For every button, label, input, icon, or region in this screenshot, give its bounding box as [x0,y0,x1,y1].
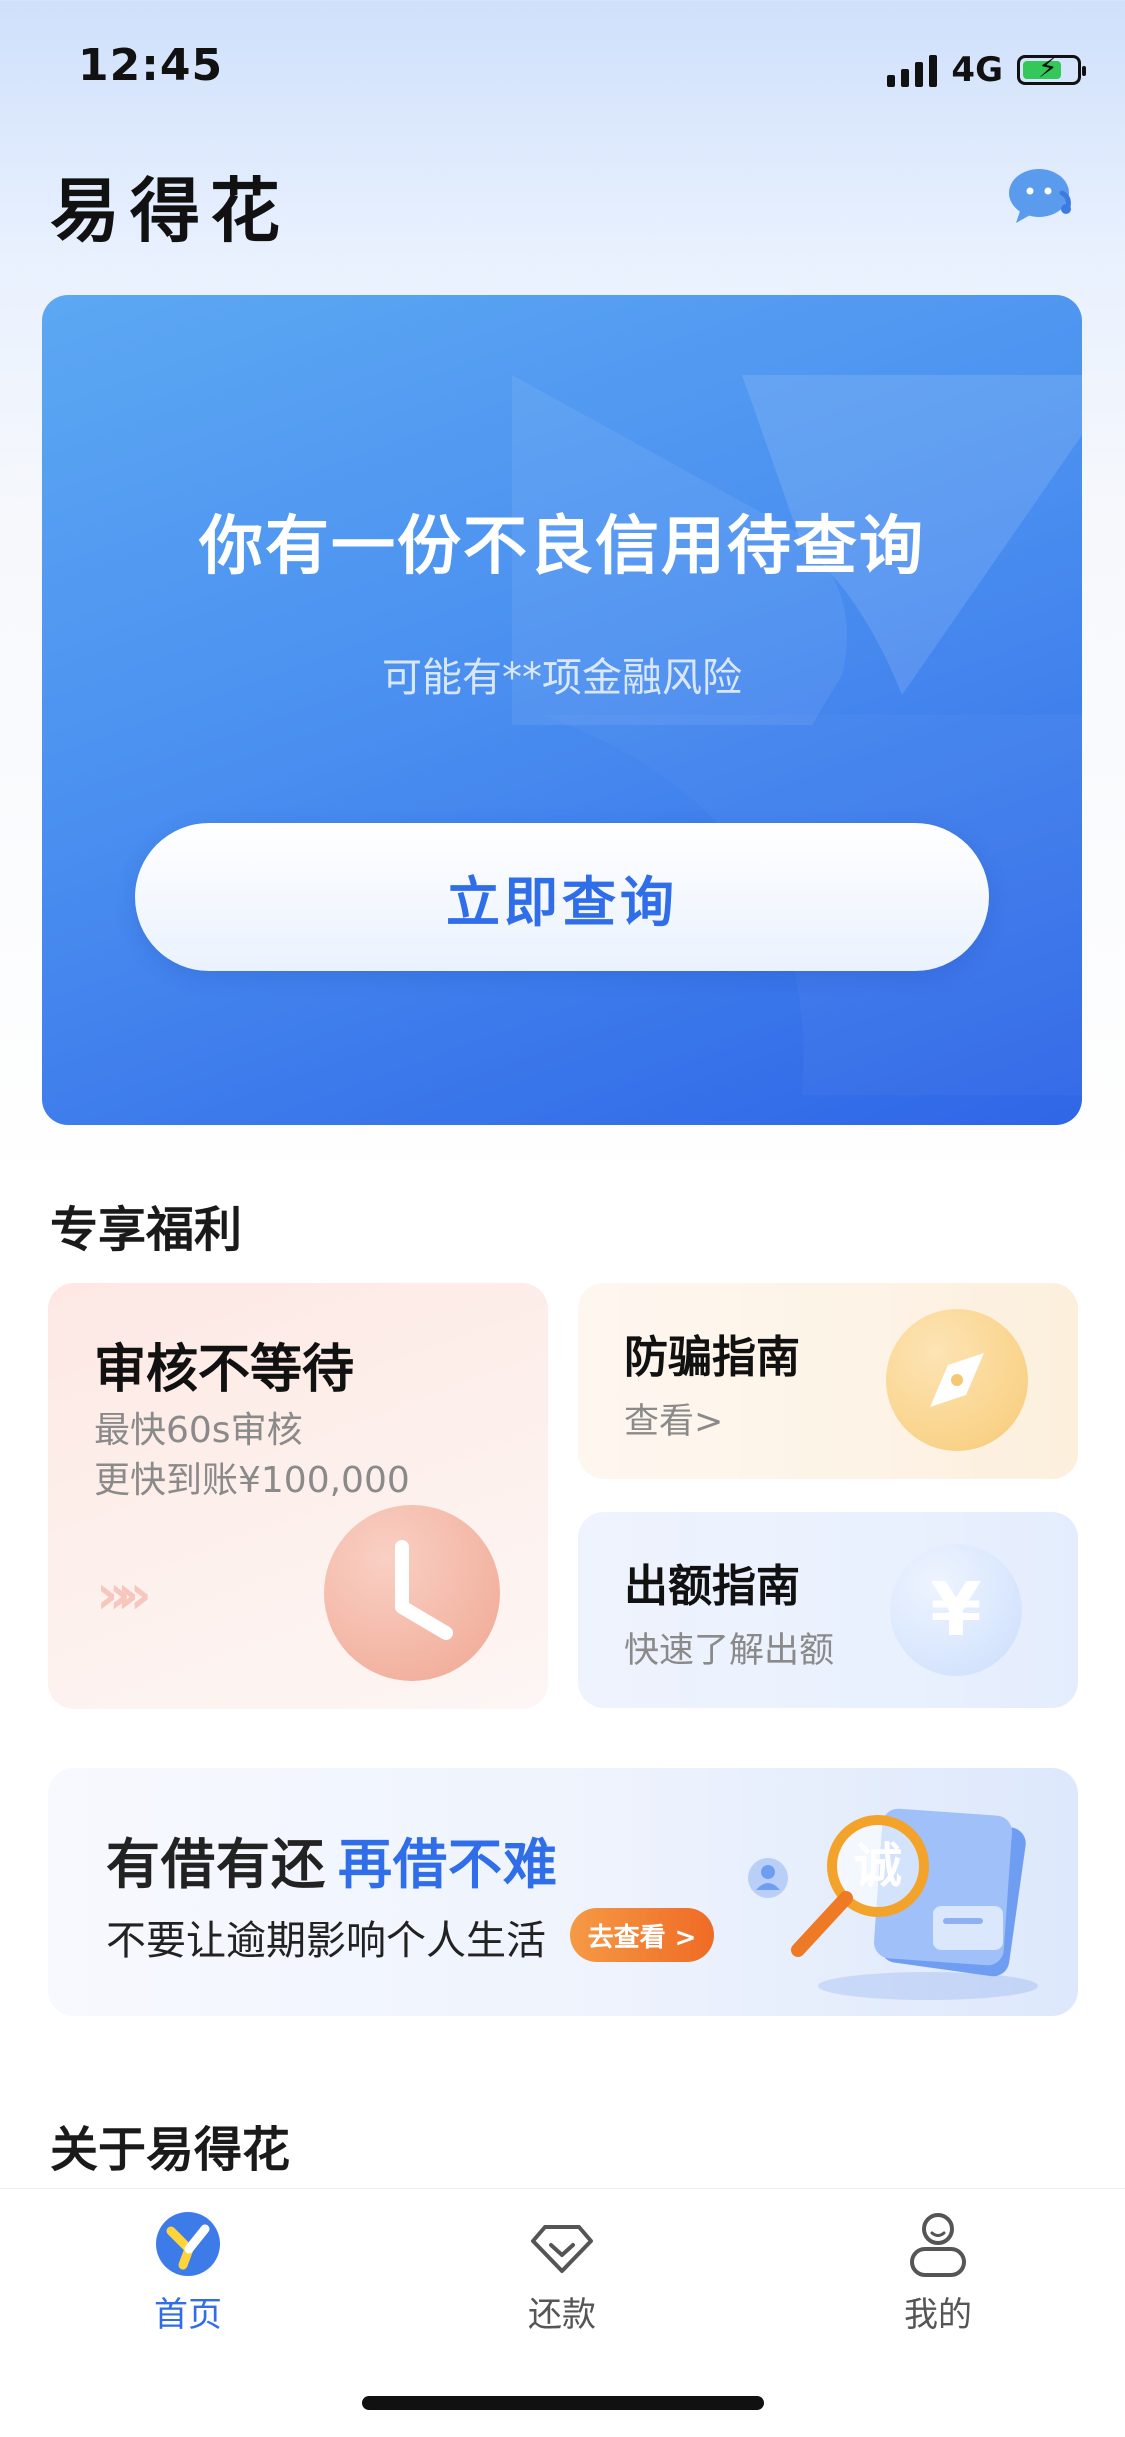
query-now-button[interactable]: 立即查询 [135,823,989,971]
credit-guide-card-subtitle: 快速了解出额 [624,1631,835,1671]
promo-headline: 有借有还 再借不难 [106,1820,558,1899]
review-card-title: 审核不等待 [94,1340,355,1400]
home-indicator [362,2396,764,2410]
credit-guide-card-title: 出额指南 [624,1561,800,1612]
tab-mine-label: 我的 [904,2295,972,2335]
promo-subtitle: 不要让逾期影响个人生活 [106,1918,546,1964]
anti-fraud-card[interactable]: 防骗指南 查看> [578,1283,1078,1479]
status-indicators: 4G ⚡ [887,48,1086,92]
compass-icon [886,1309,1028,1451]
credit-glyph: 诚 [854,1838,902,1894]
review-card-line2: 更快到账¥100,000 [94,1460,410,1501]
promo-banner[interactable]: 有借有还 再借不难 不要让逾期影响个人生活 去查看 > 诚 [48,1768,1078,2016]
tab-home[interactable]: 首页 [88,2209,288,2349]
battery-icon: ⚡ [1017,54,1086,85]
person-icon [910,2213,966,2277]
about-section-title: 关于易得花 [50,2122,291,2178]
home-logo-icon [156,2212,220,2276]
promo-view-button[interactable]: 去查看 > [570,1908,714,1962]
promo-headline-highlight: 再借不难 [338,1833,558,1896]
diamond-icon [531,2225,593,2273]
tab-repay[interactable]: 还款 [462,2209,662,2349]
promo-headline-text: 有借有还 [106,1833,326,1896]
tab-home-label: 首页 [154,2295,222,2335]
tab-repay-label: 还款 [528,2295,596,2335]
credit-magnifier-illustration: 诚 [748,1808,1038,2000]
customer-service-icon[interactable] [1008,165,1074,225]
hero-subtitle: 可能有**项金融风险 [382,655,742,701]
hero-banner: 你有一份不良信用待查询 可能有**项金融风险 立即查询 [42,295,1082,1125]
tab-mine[interactable]: 我的 [838,2209,1038,2349]
anti-fraud-card-link[interactable]: 查看> [624,1393,723,1444]
clock-icon [324,1505,500,1681]
anti-fraud-card-title: 防骗指南 [624,1332,800,1383]
status-time: 12:45 [78,40,224,91]
app-title: 易得花 [50,170,290,252]
yen-icon: ¥ [890,1544,1022,1676]
signal-icon [887,53,938,87]
credit-guide-card[interactable]: 出额指南 快速了解出额 ¥ [578,1512,1078,1708]
benefits-section-title: 专享福利 [50,1202,243,1258]
network-label: 4G [951,50,1003,90]
review-card-line1: 最快60s审核 [94,1410,303,1451]
hero-decoration [512,375,1082,725]
chevrons-icon: »» [96,1563,152,1626]
review-card[interactable]: 审核不等待 最快60s审核 更快到账¥100,000 »» [48,1283,548,1709]
hero-headline: 你有一份不良信用待查询 [199,510,925,584]
